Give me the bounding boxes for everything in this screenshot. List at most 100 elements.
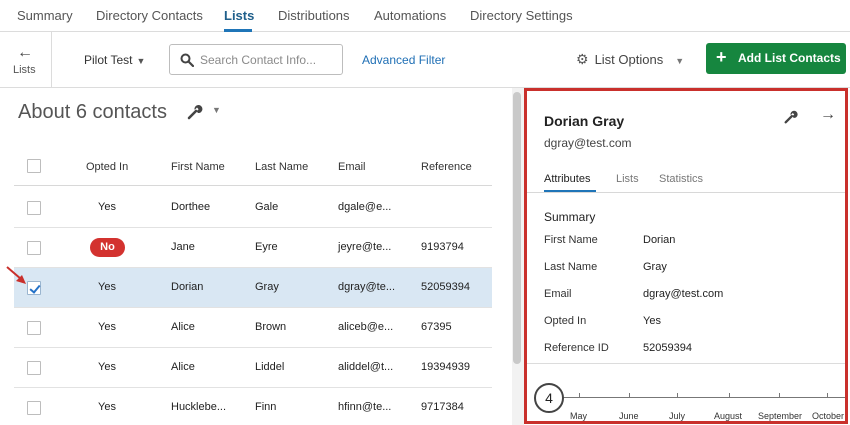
cell-email: aliceb@e... xyxy=(338,321,394,333)
attribute-value: 52059394 xyxy=(643,342,692,354)
attribute-label: Last Name xyxy=(544,261,598,273)
cell-last-name: Brown xyxy=(255,321,287,333)
column-header-last-name[interactable]: Last Name xyxy=(255,161,308,173)
list-selector[interactable]: Pilot Test ▼ xyxy=(84,53,145,67)
arrow-right-icon[interactable]: → xyxy=(820,106,836,124)
row-checkbox-checked[interactable] xyxy=(27,281,41,295)
select-all-checkbox[interactable] xyxy=(27,159,41,173)
list-options-button[interactable]: ⚙ List Options ▼ xyxy=(576,51,684,68)
cell-email: jeyre@te... xyxy=(338,241,392,253)
contact-email: dgray@test.com xyxy=(544,136,632,150)
contacts-count-title: About 6 contacts xyxy=(18,101,167,123)
panel-tabs: Attributes Lists Statistics xyxy=(527,169,845,193)
cell-reference: 52059394 xyxy=(421,281,470,293)
cell-first-name: Hucklebe... xyxy=(171,401,227,413)
cell-reference: 19394939 xyxy=(421,361,470,373)
summary-heading: Summary xyxy=(544,210,596,224)
search-input[interactable] xyxy=(200,51,338,69)
chevron-down-icon: ▼ xyxy=(675,56,685,66)
back-to-lists-button[interactable]: ← Lists xyxy=(0,32,52,88)
tab-lists[interactable]: Lists xyxy=(224,8,254,23)
row-checkbox[interactable] xyxy=(27,361,41,375)
timeline-month: August xyxy=(714,411,743,421)
timeline-tick xyxy=(677,393,678,398)
toolbar: ← Lists Pilot Test▼ Advanced Filter ⚙Lis… xyxy=(0,32,850,88)
cell-email: hfinn@te... xyxy=(338,401,392,413)
timeline-month: September xyxy=(758,411,803,421)
cell-reference: 9193794 xyxy=(421,241,464,253)
column-header-first-name[interactable]: First Name xyxy=(171,161,225,173)
active-tab-indicator xyxy=(544,190,596,192)
cell-first-name: Alice xyxy=(171,361,195,373)
gear-icon: ⚙ xyxy=(576,51,589,67)
wrench-icon[interactable] xyxy=(186,103,204,121)
cell-last-name: Gray xyxy=(255,281,279,293)
cell-first-name: Alice xyxy=(171,321,195,333)
cell-reference: 9717384 xyxy=(421,401,464,413)
scrollbar-thumb[interactable] xyxy=(513,92,521,364)
add-button-label: Add List Contacts xyxy=(738,51,841,65)
wrench-icon[interactable] xyxy=(783,109,799,125)
tab-distributions[interactable]: Distributions xyxy=(278,8,350,23)
timeline-tick xyxy=(579,393,580,398)
table-row[interactable]: Yes Alice Liddel aliddel@t... 19394939 xyxy=(14,348,492,388)
tab-directory-contacts[interactable]: Directory Contacts xyxy=(96,8,203,23)
add-list-contacts-button[interactable]: + Add List Contacts xyxy=(706,43,846,74)
annotation-arrow-icon xyxy=(6,266,26,284)
cell-reference: 67395 xyxy=(421,321,452,333)
list-name: Pilot Test xyxy=(84,53,133,67)
chevron-down-icon: ▼ xyxy=(136,56,146,66)
cell-opted-in: Yes xyxy=(98,321,116,333)
cell-last-name: Finn xyxy=(255,401,277,413)
attribute-label: Email xyxy=(544,288,572,300)
cell-last-name: Gale xyxy=(255,201,279,213)
cell-email: aliddel@t... xyxy=(338,361,394,373)
table-row[interactable]: No Jane Eyre jeyre@te... 9193794 xyxy=(14,228,492,268)
row-checkbox[interactable] xyxy=(27,241,41,255)
table-row[interactable]: Yes Hucklebe... Finn hfinn@te... 9717384 xyxy=(14,388,492,425)
row-checkbox[interactable] xyxy=(27,401,41,415)
table-row-selected[interactable]: Yes Dorian Gray dgray@te... 52059394 xyxy=(14,268,492,308)
tab-lists[interactable]: Lists xyxy=(616,173,639,185)
tab-statistics[interactable]: Statistics xyxy=(659,173,703,185)
cell-first-name: Dorthee xyxy=(171,201,211,213)
column-header-email[interactable]: Email xyxy=(338,161,366,173)
tab-attributes[interactable]: Attributes xyxy=(544,173,590,185)
timeline-axis xyxy=(553,397,845,398)
cell-last-name: Liddel xyxy=(255,361,285,373)
attribute-label: Reference ID xyxy=(544,342,609,354)
search-icon xyxy=(180,53,194,67)
timeline-tick xyxy=(729,393,730,398)
attribute-label: First Name xyxy=(544,234,598,246)
row-checkbox[interactable] xyxy=(27,321,41,335)
attribute-value: dgray@test.com xyxy=(643,288,724,300)
column-header-reference[interactable]: Reference xyxy=(421,161,472,173)
row-checkbox[interactable] xyxy=(27,201,41,215)
cell-opted-in: Yes xyxy=(98,281,116,293)
table-row[interactable]: Yes Alice Brown aliceb@e... 67395 xyxy=(14,308,492,348)
column-header-opted-in[interactable]: Opted In xyxy=(86,161,128,173)
cell-opted-in: Yes xyxy=(98,361,116,373)
table-row[interactable]: Yes Dorthee Gale dgale@e... xyxy=(14,188,492,228)
search-box[interactable] xyxy=(169,44,343,75)
attribute-value: Gray xyxy=(643,261,667,273)
timeline-tick xyxy=(779,393,780,398)
cell-email: dgale@e... xyxy=(338,201,392,213)
chevron-down-icon[interactable]: ▼ xyxy=(212,105,221,115)
timeline-tick xyxy=(629,393,630,398)
contact-detail-panel: Dorian Gray dgray@test.com → Attributes … xyxy=(524,88,848,424)
cell-opted-in: Yes xyxy=(98,401,116,413)
contact-name: Dorian Gray xyxy=(544,113,625,129)
arrow-left-icon: ← xyxy=(17,44,33,61)
timeline-month: June xyxy=(619,411,639,421)
cell-email: dgray@te... xyxy=(338,281,396,293)
timeline-count-badge[interactable]: 4 xyxy=(534,383,564,413)
plus-icon: + xyxy=(716,47,727,67)
tab-directory-settings[interactable]: Directory Settings xyxy=(470,8,573,23)
cell-first-name: Dorian xyxy=(171,281,204,293)
attribute-value: Yes xyxy=(643,315,661,327)
timeline-month: May xyxy=(570,411,588,421)
tab-summary[interactable]: Summary xyxy=(17,8,73,23)
advanced-filter-link[interactable]: Advanced Filter xyxy=(362,53,445,67)
tab-automations[interactable]: Automations xyxy=(374,8,446,23)
